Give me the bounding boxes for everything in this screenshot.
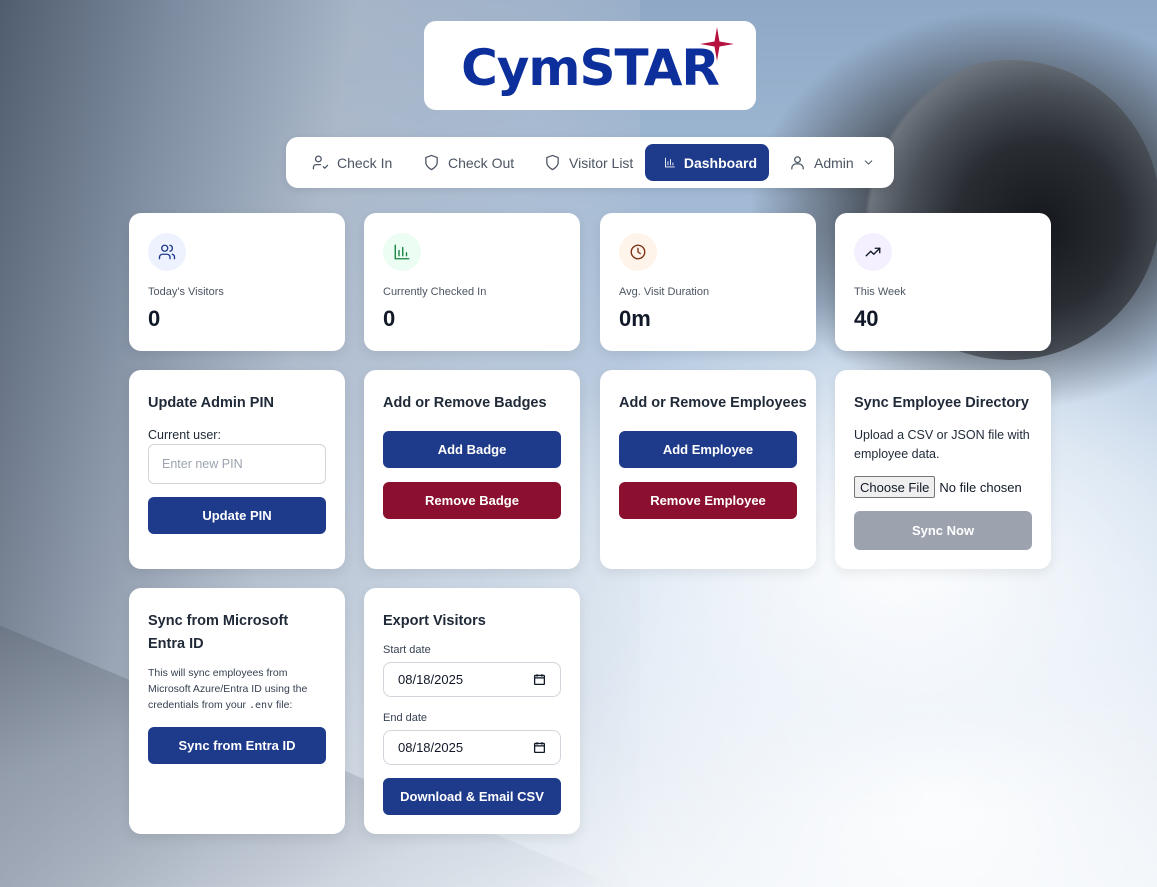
remove-employee-button[interactable]: Remove Employee bbox=[619, 482, 797, 519]
stat-icon-wrap bbox=[383, 233, 421, 271]
stat-card-currently-checked-in: Currently Checked In 0 bbox=[364, 213, 580, 351]
stat-label: This Week bbox=[854, 286, 906, 298]
nav-admin[interactable]: Admin bbox=[777, 144, 887, 181]
stat-card-avg-visit-duration: Avg. Visit Duration 0m bbox=[600, 213, 816, 351]
stat-label: Currently Checked In bbox=[383, 286, 487, 298]
sync-now-button[interactable]: Sync Now bbox=[854, 511, 1032, 550]
stat-card-this-week: This Week 40 bbox=[835, 213, 1051, 351]
new-pin-input[interactable] bbox=[148, 444, 326, 484]
stat-label: Today's Visitors bbox=[148, 286, 224, 298]
chevron-down-icon bbox=[864, 160, 872, 165]
nav-label: Admin bbox=[814, 154, 854, 171]
env-file-code: .env bbox=[248, 700, 274, 711]
nav-dashboard[interactable]: Dashboard bbox=[645, 144, 769, 181]
user-check-icon bbox=[312, 155, 329, 170]
nav-check-in[interactable]: Check In bbox=[300, 144, 404, 181]
nav-visitor-list[interactable]: Visitor List bbox=[532, 144, 645, 181]
file-picker: Choose File No file chosen bbox=[854, 476, 1022, 498]
add-badge-button[interactable]: Add Badge bbox=[383, 431, 561, 468]
nav-label: Check In bbox=[337, 154, 393, 171]
no-file-text: No file chosen bbox=[939, 479, 1022, 495]
stat-icon-wrap bbox=[148, 233, 186, 271]
sync-directory-description: Upload a CSV or JSON file with employee … bbox=[854, 428, 1030, 461]
update-pin-button[interactable]: Update PIN bbox=[148, 497, 326, 534]
stat-icon-wrap bbox=[854, 233, 892, 271]
stat-value: 0 bbox=[383, 306, 396, 331]
export-visitors-card: Export Visitors Start date 08/18/2025 En… bbox=[364, 588, 580, 834]
employees-card: Add or Remove Employees Add Employee Rem… bbox=[600, 370, 816, 569]
logo-text: CymSTAR bbox=[461, 38, 720, 97]
choose-file-button[interactable]: Choose File bbox=[854, 476, 936, 498]
logo: CymSTAR bbox=[424, 21, 756, 110]
stat-card-todays-visitors: Today's Visitors 0 bbox=[129, 213, 345, 351]
current-user-label: Current user: bbox=[148, 428, 221, 442]
user-icon bbox=[791, 156, 804, 170]
clock-icon bbox=[630, 244, 646, 260]
users-icon bbox=[158, 244, 176, 260]
bar-chart-icon bbox=[394, 244, 410, 260]
nav-check-out[interactable]: Check Out bbox=[411, 144, 526, 181]
shield-icon bbox=[546, 154, 559, 171]
star-icon bbox=[700, 27, 734, 61]
calendar-icon[interactable] bbox=[533, 741, 546, 754]
shield-icon bbox=[425, 154, 438, 171]
card-title: Export Visitors bbox=[383, 613, 486, 629]
start-date-value: 08/18/2025 bbox=[398, 672, 464, 687]
start-date-label: Start date bbox=[383, 644, 431, 656]
card-title: Add or Remove Badges bbox=[383, 395, 547, 411]
card-title: Sync from Microsoft Entra ID bbox=[148, 613, 289, 652]
card-title: Add or Remove Employees bbox=[619, 395, 807, 411]
add-employee-button[interactable]: Add Employee bbox=[619, 431, 797, 468]
calendar-icon[interactable] bbox=[533, 673, 546, 686]
entra-description-tail: file: bbox=[275, 699, 293, 711]
remove-badge-button[interactable]: Remove Badge bbox=[383, 482, 561, 519]
entra-sync-card: Sync from Microsoft Entra ID This will s… bbox=[129, 588, 345, 834]
card-title: Sync Employee Directory bbox=[854, 395, 1029, 411]
trending-up-icon bbox=[865, 247, 881, 257]
stat-value: 0m bbox=[619, 306, 651, 331]
end-date-value: 08/18/2025 bbox=[398, 740, 464, 755]
nav-label: Check Out bbox=[448, 154, 515, 171]
badges-card: Add or Remove Badges Add Badge Remove Ba… bbox=[364, 370, 580, 569]
end-date-label: End date bbox=[383, 712, 428, 724]
update-pin-card: Update Admin PIN Current user: Update PI… bbox=[129, 370, 345, 569]
start-date-input[interactable]: 08/18/2025 bbox=[383, 662, 561, 697]
nav-label: Visitor List bbox=[569, 154, 634, 171]
bar-chart-icon bbox=[665, 157, 675, 168]
stat-icon-wrap bbox=[619, 233, 657, 271]
download-email-csv-button[interactable]: Download & Email CSV bbox=[383, 778, 561, 815]
stat-value: 0 bbox=[148, 306, 161, 331]
sync-directory-card: Sync Employee Directory Upload a CSV or … bbox=[835, 370, 1051, 569]
stat-label: Avg. Visit Duration bbox=[619, 286, 710, 298]
top-nav: Check In Check Out Visitor List Dashboar… bbox=[286, 137, 894, 188]
entra-description: This will sync employees from Microsoft … bbox=[148, 665, 328, 714]
end-date-input[interactable]: 08/18/2025 bbox=[383, 730, 561, 765]
card-title: Update Admin PIN bbox=[148, 395, 274, 411]
stat-value: 40 bbox=[854, 306, 879, 331]
nav-label: Dashboard bbox=[683, 154, 757, 171]
sync-entra-button[interactable]: Sync from Entra ID bbox=[148, 727, 326, 764]
